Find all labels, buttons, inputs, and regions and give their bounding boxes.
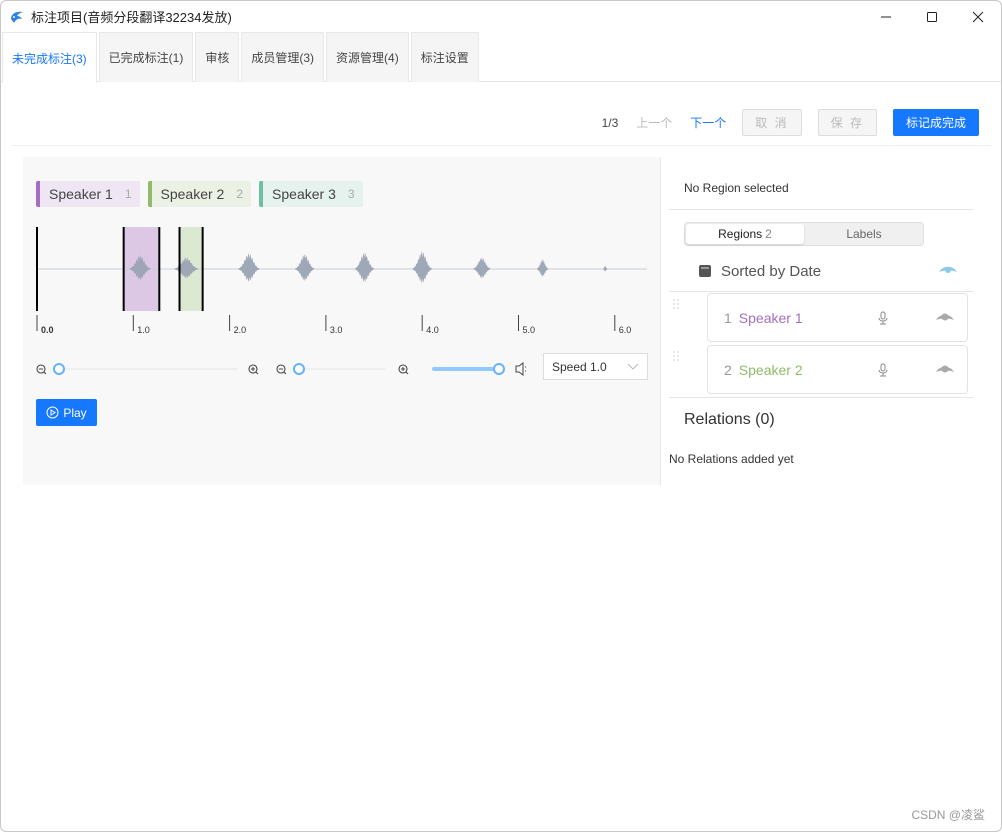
tab-resources[interactable]: 资源管理(4) [326, 32, 409, 82]
divider [669, 209, 973, 210]
region-index: 2 [724, 361, 732, 378]
drag-handle-icon[interactable] [672, 298, 680, 310]
label-hotkey: 3 [347, 187, 355, 201]
timeline-tick-label: 3.0 [330, 325, 343, 335]
waveform-burst [238, 253, 260, 282]
tab-members[interactable]: 成员管理(3) [241, 32, 325, 82]
volume-slider-handle[interactable] [493, 363, 505, 375]
zoom-in-icon-2[interactable] [398, 364, 409, 375]
tab-unfinished[interactable]: 未完成标注(3) [2, 32, 97, 83]
volume-icon[interactable] [515, 362, 526, 376]
zoom-slider-track[interactable] [55, 368, 237, 370]
window-title: 标注项目(音频分段翻译32234发放) [31, 10, 232, 25]
region-index: 1 [724, 309, 732, 326]
label-name: Speaker 1 [49, 186, 113, 202]
save-button[interactable]: 保 存 [817, 109, 877, 136]
speed-select[interactable]: Speed 1.0 [543, 353, 648, 380]
play-label: Play [63, 405, 87, 420]
waveform[interactable]: 0.0 1.0 2.0 3.0 4.0 5.0 6.0 [35, 225, 649, 335]
next-link[interactable]: 下一个 [690, 114, 726, 131]
label-name: Speaker 2 [160, 186, 225, 202]
volume-slider-track[interactable] [432, 367, 498, 371]
minimize-button[interactable] [863, 1, 909, 32]
zoom2-slider-track[interactable] [295, 368, 385, 370]
timeline-tick-label: 1.0 [137, 325, 150, 335]
label-chip-speaker-3[interactable]: Speaker 3 3 [259, 181, 363, 207]
waveform-burst [295, 254, 315, 281]
prev-link[interactable]: 上一个 [636, 114, 672, 131]
drag-handle-icon[interactable] [672, 350, 680, 362]
timeline-tick-label: 6.0 [619, 325, 632, 335]
app-logo-icon [11, 11, 23, 23]
relations-heading: Relations (0) [684, 411, 775, 428]
watermark: CSDN @凌鲨 [911, 808, 985, 822]
divider [11, 145, 991, 146]
mark-complete-button[interactable]: 标记成完成 [892, 109, 979, 136]
region-item[interactable]: 2 Speaker 2 [707, 345, 968, 394]
zoom-in-icon[interactable] [248, 364, 259, 375]
region-item[interactable]: 1 Speaker 1 [707, 293, 968, 342]
play-icon [46, 406, 59, 419]
cancel-button[interactable]: 取 消 [742, 109, 802, 136]
title-bar: 标注项目(音频分段翻译32234发放) [1, 1, 1001, 32]
timeline-tick-label: 0.0 [41, 325, 54, 335]
tab-regions[interactable]: Regions 2 [686, 224, 804, 244]
regions-labels-toggle: Regions 2 Labels [684, 222, 924, 246]
regions-count: 2 [765, 227, 772, 241]
eye-icon[interactable] [935, 364, 955, 376]
tab-finished[interactable]: 已完成标注(1) [98, 32, 194, 82]
eye-icon[interactable] [938, 264, 958, 276]
divider [669, 291, 973, 292]
tab-settings[interactable]: 标注设置 [410, 32, 479, 82]
page-indicator: 1/3 [601, 115, 619, 130]
panel-divider [660, 157, 661, 485]
label-name: Speaker 3 [272, 186, 336, 202]
region-label: Speaker 1 [738, 309, 803, 326]
timeline-tick-label: 2.0 [234, 325, 247, 335]
divider [669, 397, 973, 398]
tab-regions-label: Regions [718, 227, 763, 241]
sort-label: Sorted by Date [721, 262, 822, 280]
label-hotkey: 2 [236, 187, 244, 201]
waveform-burst [602, 265, 608, 272]
timeline-tick-label: 5.0 [523, 325, 536, 335]
play-button[interactable]: Play [36, 399, 97, 426]
label-chips: Speaker 1 1 Speaker 2 2 Speaker 3 3 [36, 181, 363, 207]
close-icon [972, 11, 984, 22]
annotation-toolbar: 1/3 上一个 下一个 取 消 保 存 标记成完成 [602, 109, 979, 136]
zoom-slider-handle[interactable] [53, 363, 65, 375]
speed-value: Speed 1.0 [552, 359, 607, 374]
no-region-text: No Region selected [684, 181, 789, 195]
zoom-out-icon[interactable] [36, 364, 47, 375]
timeline-tick-label: 4.0 [426, 325, 439, 335]
label-hotkey: 1 [124, 187, 132, 201]
app-window: 标注项目(音频分段翻译32234发放) 未完成标注(3) 已完成标注(1) 审核… [0, 0, 1002, 832]
sort-control[interactable]: Sorted by Date [698, 260, 958, 282]
label-chip-speaker-2[interactable]: Speaker 2 2 [147, 181, 252, 207]
waveform-burst [412, 251, 432, 284]
tab-review[interactable]: 审核 [195, 32, 240, 82]
eye-icon[interactable] [935, 312, 955, 324]
no-relations-text: No Relations added yet [669, 452, 794, 466]
chevron-down-icon [627, 363, 639, 370]
main-tabs: 未完成标注(3) 已完成标注(1) 审核 成员管理(3) 资源管理(4) 标注设… [1, 32, 1001, 83]
tab-labels[interactable]: Labels [805, 223, 923, 245]
waveform-burst [473, 257, 491, 279]
zoom2-slider-handle[interactable] [293, 363, 305, 375]
audio-panel: Speaker 1 1 Speaker 2 2 Speaker 3 3 0.0 1… [23, 157, 660, 485]
region-label: Speaker 2 [738, 361, 803, 378]
waveform-burst [536, 259, 549, 277]
maximize-button[interactable] [909, 1, 955, 32]
label-chip-speaker-1[interactable]: Speaker 1 1 [36, 181, 140, 207]
microphone-icon [878, 311, 888, 325]
zoom-out-icon-2[interactable] [276, 364, 287, 375]
minimize-icon [881, 16, 891, 17]
waveform-burst [354, 252, 375, 282]
close-button[interactable] [955, 1, 1001, 32]
maximize-icon [927, 11, 937, 22]
waveform-canvas[interactable]: 0.0 1.0 2.0 3.0 4.0 5.0 6.0 [35, 225, 649, 335]
sort-icon [699, 265, 711, 277]
microphone-icon [878, 363, 888, 377]
